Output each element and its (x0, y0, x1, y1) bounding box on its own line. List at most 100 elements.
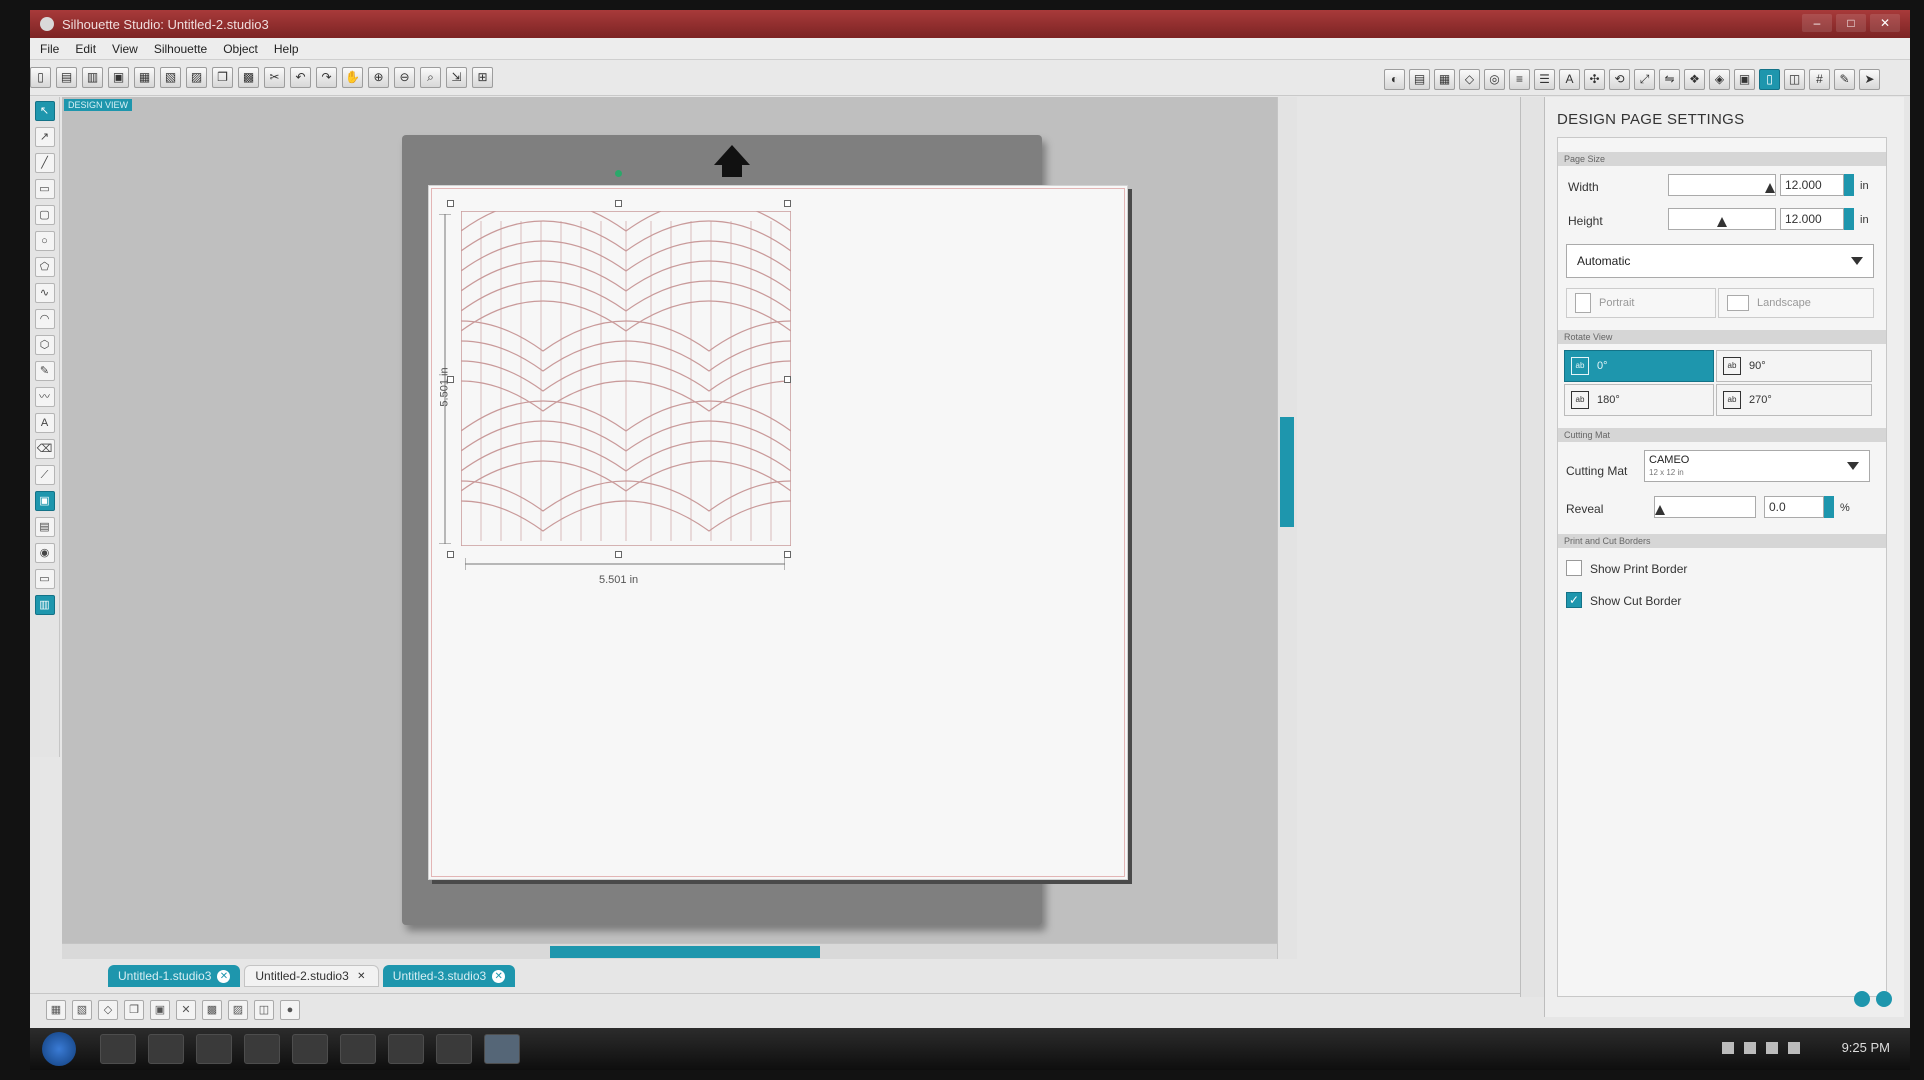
silhouette-studio-taskbar-icon[interactable] (484, 1034, 520, 1064)
rectangle-tool-icon[interactable]: ▭ (34, 179, 55, 199)
tab-untitled-1[interactable]: Untitled-1.studio3 ✕ (108, 965, 241, 987)
print-icon[interactable]: ▧ (160, 67, 181, 88)
design-page[interactable]: 5.501 in 5.501 in (428, 170, 1128, 880)
fit-to-page-icon[interactable]: ⊞ (472, 67, 493, 88)
app-icon-7[interactable] (388, 1034, 424, 1064)
rotate-handle[interactable] (615, 170, 622, 177)
canvas-vertical-scrollbar[interactable] (1277, 97, 1297, 959)
redo-icon[interactable]: ↷ (316, 67, 337, 88)
tab-close-icon[interactable]: ✕ (217, 969, 231, 983)
rotate-icon[interactable]: ⟲ (1609, 69, 1630, 90)
reveal-spinner[interactable] (1824, 496, 1834, 518)
smooth-freehand-icon[interactable]: 〰 (34, 387, 55, 407)
undo-icon[interactable]: ↶ (290, 67, 311, 88)
canvas-horizontal-scrollbar[interactable] (62, 943, 1277, 959)
rotate-0-button[interactable]: ab 0° (1564, 350, 1714, 382)
polygon-tool-icon[interactable]: ⬠ (34, 257, 55, 277)
fill-color-icon[interactable]: ◐ (1384, 69, 1405, 90)
rotate-90-button[interactable]: ab 90° (1716, 350, 1872, 382)
page-settings-icon[interactable]: ▯ (1759, 69, 1780, 90)
resize-handle-tc[interactable] (615, 200, 622, 207)
refresh-icon[interactable] (1876, 991, 1892, 1007)
group-icon[interactable]: ▩ (202, 999, 222, 1020)
design-view-icon[interactable]: ▣ (34, 491, 55, 511)
show-cut-border-checkbox[interactable]: ✓ (1566, 592, 1582, 608)
edit-points-bottom-icon[interactable]: ◇ (98, 999, 118, 1020)
delete-icon[interactable]: ✕ (176, 999, 196, 1020)
cut-icon[interactable]: ✂ (264, 67, 285, 88)
drag-zoom-icon[interactable]: ⇲ (446, 67, 467, 88)
cut-settings-icon[interactable]: ✎ (1834, 69, 1855, 90)
send-to-cutter-icon[interactable]: ▨ (186, 67, 207, 88)
open-file-icon[interactable]: ▤ (56, 67, 77, 88)
menu-silhouette[interactable]: Silhouette (146, 42, 215, 56)
tab-close-icon[interactable]: ✕ (355, 970, 368, 983)
menu-object[interactable]: Object (215, 42, 266, 56)
media-player-icon[interactable] (196, 1034, 232, 1064)
curve-tool-icon[interactable]: ∿ (34, 283, 55, 303)
landscape-option[interactable]: Landscape (1718, 288, 1874, 318)
ellipse-tool-icon[interactable]: ○ (34, 231, 55, 251)
select-all-icon[interactable]: ▦ (46, 999, 66, 1020)
menu-help[interactable]: Help (266, 42, 307, 56)
height-slider[interactable] (1668, 208, 1776, 230)
zoom-out-icon[interactable]: ⊖ (394, 67, 415, 88)
line-color-icon[interactable]: ◇ (1459, 69, 1480, 90)
offset-icon[interactable]: ✣ (1584, 69, 1605, 90)
zoom-select-icon[interactable]: ⌕ (420, 67, 441, 88)
rounded-rectangle-icon[interactable]: ▢ (34, 205, 55, 225)
line-tool-icon[interactable]: ╱ (34, 153, 55, 173)
horizontal-scroll-thumb[interactable] (550, 946, 820, 958)
show-print-border-checkbox[interactable] (1566, 560, 1582, 576)
eraser-tool-icon[interactable]: ⌫ (34, 439, 55, 459)
cutting-mat-dropdown[interactable]: CAMEO 12 x 12 in (1644, 450, 1870, 482)
make-compound-icon[interactable]: ◫ (254, 999, 274, 1020)
library-icon[interactable]: ▥ (82, 67, 103, 88)
knife-tool-icon[interactable]: ⟋ (34, 465, 55, 485)
height-spinner[interactable] (1844, 208, 1854, 230)
trace-icon[interactable]: ◈ (1709, 69, 1730, 90)
tray-flag-icon[interactable] (1722, 1042, 1734, 1054)
save-icon[interactable]: ▣ (108, 67, 129, 88)
regular-polygon-icon[interactable]: ⬡ (34, 335, 55, 355)
width-slider[interactable] (1668, 174, 1776, 196)
edit-points-icon[interactable]: ↗ (34, 127, 55, 147)
deselect-icon[interactable]: ▧ (72, 999, 92, 1020)
resize-handle-tr[interactable] (784, 200, 791, 207)
tray-display-icon[interactable] (1766, 1042, 1778, 1054)
menu-edit[interactable]: Edit (67, 42, 104, 56)
mirror-icon[interactable]: ⇋ (1659, 69, 1680, 90)
fan-brick-pattern[interactable] (461, 211, 791, 546)
store-icon[interactable]: ◉ (34, 543, 55, 563)
portrait-option[interactable]: Portrait (1566, 288, 1716, 318)
file-explorer-icon[interactable] (148, 1034, 184, 1064)
height-input[interactable]: 12.000 (1780, 208, 1844, 230)
panel-collapse-strip[interactable] (1520, 97, 1544, 997)
gear-icon[interactable] (1854, 991, 1870, 1007)
start-button[interactable] (42, 1032, 76, 1066)
design-canvas[interactable]: DESIGN VIEW 5.501 in 5.501 in (62, 97, 1297, 959)
tray-network-icon[interactable] (1744, 1042, 1756, 1054)
align-icon[interactable]: ≡ (1509, 69, 1530, 90)
pattern-fill-icon[interactable]: ▦ (1434, 69, 1455, 90)
library-view-icon[interactable]: ▤ (34, 517, 55, 537)
show-mat-icon[interactable]: ▭ (34, 569, 55, 589)
registration-marks-icon[interactable]: ◫ (1784, 69, 1805, 90)
app-icon-6[interactable] (340, 1034, 376, 1064)
app-icon-5[interactable] (292, 1034, 328, 1064)
freehand-tool-icon[interactable]: ✎ (34, 361, 55, 381)
page-size-dropdown[interactable]: Automatic (1566, 244, 1874, 278)
new-file-icon[interactable]: ▯ (30, 67, 51, 88)
line-style-icon[interactable]: ◎ (1484, 69, 1505, 90)
resize-handle-mr[interactable] (784, 376, 791, 383)
vertical-scroll-thumb[interactable] (1280, 417, 1294, 527)
release-compound-icon[interactable]: ● (280, 999, 300, 1020)
resize-handle-bl[interactable] (447, 551, 454, 558)
copy-icon[interactable]: ❐ (212, 67, 233, 88)
send-icon[interactable]: ➤ (1859, 69, 1880, 90)
menu-view[interactable]: View (104, 42, 146, 56)
tab-untitled-2[interactable]: Untitled-2.studio3 ✕ (244, 965, 379, 987)
resize-handle-bc[interactable] (615, 551, 622, 558)
reveal-input[interactable]: 0.0 (1764, 496, 1824, 518)
tab-close-icon[interactable]: ✕ (492, 969, 506, 983)
